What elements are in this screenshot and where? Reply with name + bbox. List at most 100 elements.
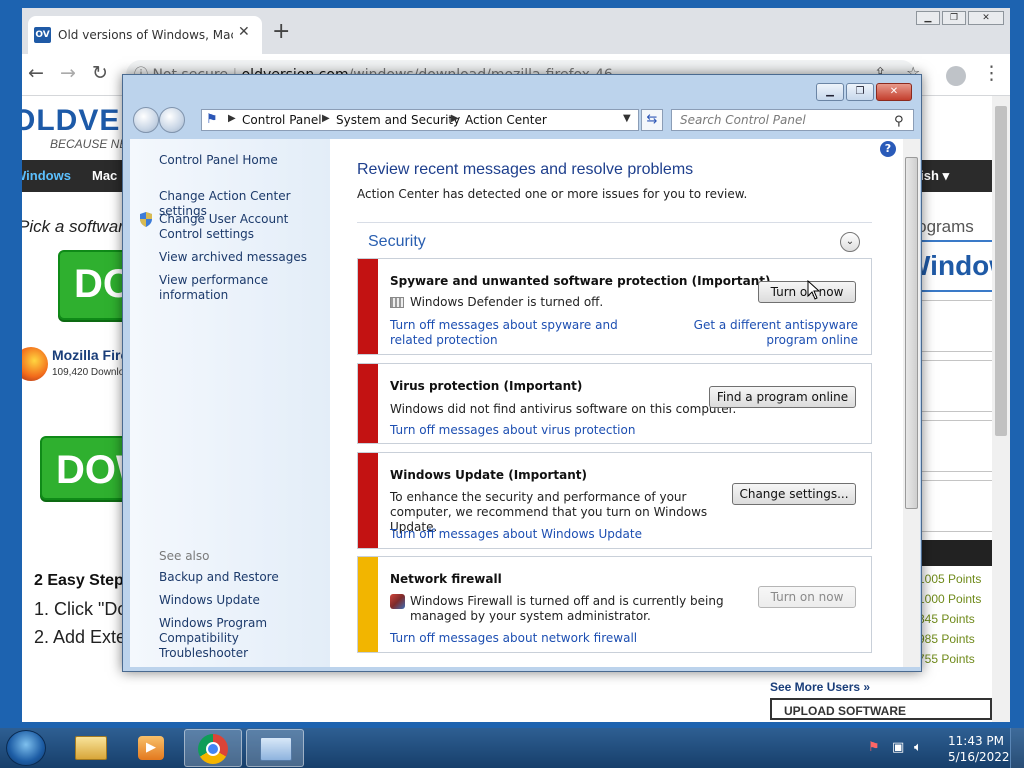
pick-heading: Pick a software [22,217,134,236]
control-panel-icon [260,737,292,761]
action-center-flag-icon: ⚑ [206,112,218,127]
crumb-arrow-icon[interactable]: ▶ [228,113,236,124]
firewall-icon [390,594,405,609]
maximize-button[interactable]: ❐ [942,11,966,25]
taskbar-explorer[interactable] [62,729,120,767]
start-button[interactable] [6,730,46,766]
card-text: Windows Defender is turned off. [410,295,604,309]
close-window-button[interactable]: ✕ [968,11,1004,25]
steps-heading: 2 Easy Steps [34,572,133,589]
crumb-arrow-icon[interactable]: ▶ [322,113,330,124]
help-icon[interactable]: ? [880,141,896,157]
turn-off-update-messages-link[interactable]: Turn off messages about Windows Update [390,527,642,542]
search-control-panel-input[interactable]: Search Control Panel ⚲ [671,109,914,131]
refresh-icon[interactable]: ⇆ [641,109,663,131]
card-text: Windows Firewall is turned off and is cu… [410,594,724,623]
card-title: Virus protection (Important) [390,379,583,393]
taskbar-media-player[interactable]: ▶ [122,729,180,767]
uac-shield-icon [140,212,152,227]
turn-on-firewall-button[interactable]: Turn on now [758,586,856,608]
divider [357,222,872,223]
see-also-heading: See also [159,549,210,563]
clock-time[interactable]: 11:43 PM [948,734,1004,748]
cp-maximize-button[interactable]: ❐ [846,83,874,101]
clock-date[interactable]: 5/16/2022 [948,750,1010,764]
volume-tray-icon[interactable]: 🔈︎ [914,740,922,755]
severity-stripe [358,364,378,443]
minimize-button[interactable]: ▁ [916,11,940,25]
breadcrumb-action-center[interactable]: Action Center [465,113,547,127]
cp-address-bar[interactable]: ⚑ ▶ Control Panel ▶ System and Security … [201,109,639,131]
mouse-cursor-icon [807,280,820,300]
browser-tab[interactable]: OV Old versions of Windows, Mac and Linu… [28,16,262,54]
link-windows-update[interactable]: Windows Update [159,593,260,608]
search-placeholder: Search Control Panel [680,113,806,127]
action-center-tray-icon[interactable]: ⚑ [868,740,880,755]
tab-bar: OV Old versions of Windows, Mac and Linu… [22,8,1010,54]
tab-title: Old versions of Windows, Mac and Linux [58,28,233,42]
link-control-panel-home[interactable]: Control Panel Home [159,153,278,168]
user-points: 755 Points [918,652,975,666]
upload-software-button[interactable]: UPLOAD SOFTWARE [770,698,992,720]
firefox-icon [22,347,48,381]
severity-stripe [358,453,378,548]
change-settings-button[interactable]: Change settings... [732,483,856,505]
forward-icon[interactable]: → [60,62,76,84]
user-points: 345 Points [918,612,975,626]
network-firewall-card: Network firewall Windows Firewall is tur… [357,556,872,653]
severity-stripe [358,259,378,354]
user-points: 985 Points [918,632,975,646]
menu-kebab-icon[interactable]: ⋮ [982,62,1001,84]
security-section-header[interactable]: Security [368,233,426,251]
turn-off-firewall-messages-link[interactable]: Turn off messages about network firewall [390,631,637,646]
card-text: Windows did not find antivirus software … [390,402,737,416]
taskbar-chrome[interactable] [184,729,242,767]
network-tray-icon[interactable]: ▣ [892,740,904,755]
turn-off-virus-messages-link[interactable]: Turn off messages about virus protection [390,423,635,438]
show-desktop-button[interactable] [1010,728,1024,768]
breadcrumb-system-security[interactable]: System and Security [336,113,460,127]
windows-update-card: Windows Update (Important) To enhance th… [357,452,872,549]
cp-close-button[interactable]: ✕ [876,83,912,101]
spyware-card: Spyware and unwanted software protection… [357,258,872,355]
address-dropdown-icon[interactable]: ▼ [623,113,631,124]
folder-icon [75,736,107,760]
user-points: 1005 Points [918,572,982,586]
forward-button[interactable] [159,107,185,133]
taskbar-control-panel[interactable] [246,729,304,767]
page-scrollbar-thumb[interactable] [995,106,1007,436]
new-tab-button[interactable]: + [272,21,290,43]
favicon-icon: OV [34,27,51,43]
back-button[interactable] [133,107,159,133]
card-title: Network firewall [390,572,502,586]
crumb-arrow-icon[interactable]: ▶ [451,113,459,124]
close-tab-icon[interactable]: ✕ [238,24,250,40]
find-program-online-button[interactable]: Find a program online [709,386,856,408]
profile-avatar-icon[interactable] [946,66,966,86]
link-change-uac-settings[interactable]: Change User Account Control settings [159,212,329,242]
nav-mac[interactable]: Mac [92,168,117,183]
collapse-chevron-icon[interactable]: ⌄ [840,232,860,252]
breadcrumb-control-panel[interactable]: Control Panel [242,113,322,127]
page-title: Review recent messages and resolve probl… [357,161,694,178]
turn-off-spyware-messages-link[interactable]: Turn off messages about spyware and rela… [390,318,660,348]
get-antispyware-link[interactable]: Get a different antispyware program onli… [688,318,858,348]
see-more-users-link[interactable]: See More Users » [770,680,870,694]
card-title: Spyware and unwanted software protection… [390,274,771,288]
link-backup-restore[interactable]: Backup and Restore [159,570,279,585]
page-subtitle: Action Center has detected one or more i… [357,187,748,201]
back-icon[interactable]: ← [28,62,44,84]
nav-windows[interactable]: Windows [22,168,71,183]
search-icon[interactable]: ⚲ [894,112,904,132]
link-view-archived-messages[interactable]: View archived messages [159,250,307,265]
link-view-performance-info[interactable]: View performance information [159,273,330,303]
link-compat-troubleshooter[interactable]: Windows Program Compatibility Troublesho… [159,616,329,661]
main-content-pane: ? Review recent messages and resolve pro… [330,139,910,667]
cp-minimize-button[interactable]: ▁ [816,83,844,101]
cp-scrollbar-thumb[interactable] [905,157,918,509]
media-player-icon: ▶ [138,736,164,760]
user-points: 1000 Points [918,592,982,606]
reload-icon[interactable]: ↻ [92,62,108,84]
severity-stripe [358,557,378,652]
virus-protection-card: Virus protection (Important) Windows did… [357,363,872,444]
